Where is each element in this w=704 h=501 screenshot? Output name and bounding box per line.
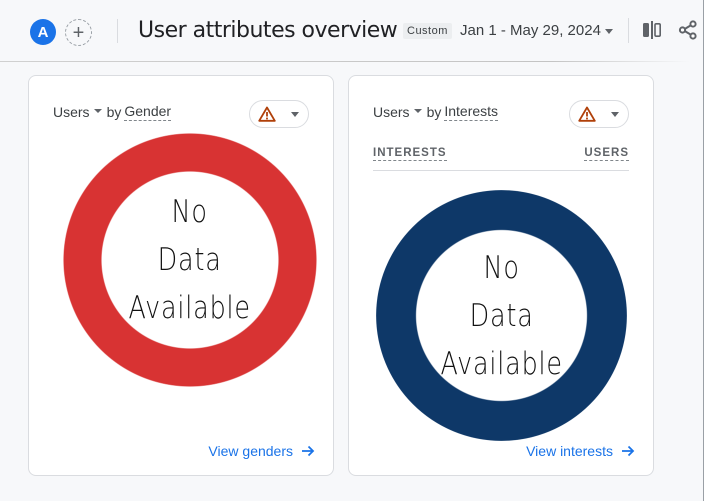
dimension-label[interactable]: Gender [124,103,172,121]
data-quality-menu-button[interactable] [569,100,629,128]
no-data-text: No Data Available [440,249,563,382]
chevron-down-icon [611,111,619,117]
page-title: User attributes overview [138,18,398,43]
warning-icon [578,106,596,122]
chevron-down-icon [291,111,299,117]
table-header: INTERESTS USERS [373,147,629,171]
data-quality-menu-button[interactable] [249,100,309,128]
compare-icon[interactable] [642,21,662,39]
column-header-users[interactable]: USERS [584,147,629,161]
card-title: Users by Gender [53,103,172,121]
metric-dropdown-caret-icon[interactable] [93,109,102,113]
metric-dropdown-caret-icon[interactable] [413,109,422,113]
dimension-label[interactable]: Interests [444,103,499,121]
header-divider-line [0,61,690,62]
warning-icon [258,106,276,122]
view-interests-link[interactable]: View interests [526,443,635,459]
metric-selector[interactable]: Users [373,104,410,120]
by-label: by [106,104,122,120]
users-by-interests-card: Users by Interests INTERESTS USERS No Da… [348,75,654,476]
by-label: by [426,104,442,120]
date-custom-chip: Custom [403,23,452,39]
header-divider [117,19,118,43]
share-icon[interactable] [678,20,698,40]
arrow-right-icon [622,445,635,457]
no-data-text: No Data Available [128,194,252,326]
users-by-gender-card: Users by Gender No Data Available View g… [28,75,334,476]
add-comparison-button[interactable]: + [65,19,92,46]
metric-selector[interactable]: Users [53,104,90,120]
column-header-interests[interactable]: INTERESTS [373,147,447,161]
no-data-donut: No Data Available [63,133,317,387]
no-data-donut: No Data Available [376,190,627,441]
report-header: A + User attributes overview Custom Jan … [0,0,704,62]
header-divider [628,18,629,43]
arrow-right-icon [302,445,315,457]
date-dropdown-caret-icon[interactable] [605,29,613,34]
view-genders-link[interactable]: View genders [208,443,315,459]
card-title: Users by Interests [373,103,499,121]
comparison-avatar[interactable]: A [30,19,56,45]
date-range-picker[interactable]: Jan 1 - May 29, 2024 [460,22,601,39]
